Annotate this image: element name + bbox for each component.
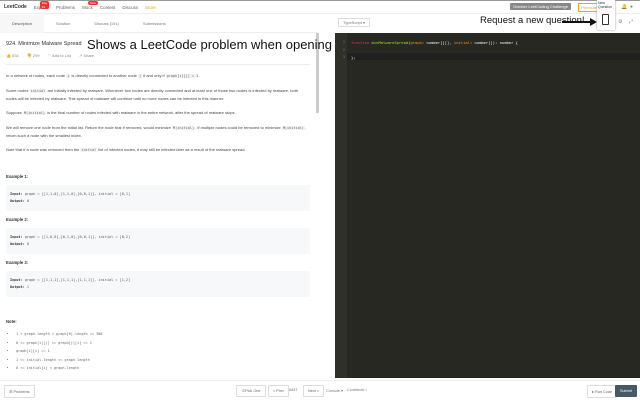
challenge-banner[interactable]: October LeetCoding Challenge	[510, 3, 571, 10]
example-box: Input: graph = [[1,1,0],[1,1,0],[0,0,1]]…	[6, 185, 310, 211]
bell-icon[interactable]: 🔔	[621, 4, 627, 10]
code-content[interactable]: function minMalwareSpread(graph: number[…	[351, 39, 518, 62]
nav-contest[interactable]: Contest	[100, 5, 116, 10]
run-code-button[interactable]: ▸ Run Code	[587, 385, 618, 398]
avatar[interactable]: ●	[630, 4, 633, 10]
paragraph: We will remove one node from the initial…	[6, 125, 307, 138]
problem-description: 924. Minimize Malware Spread 👍 534 👎 299…	[0, 33, 316, 378]
add-to-list-label: Add to List	[52, 53, 71, 58]
tab-discuss[interactable]: Discuss (191)	[82, 15, 130, 33]
problem-stats: 👍 534 👎 299 ♡ Add to List ↗ Share	[6, 53, 310, 65]
fullscreen-icon[interactable]: ⤢	[629, 19, 633, 25]
note-label: Note:	[6, 319, 17, 324]
paragraph: Suppose M(initial) is the final number o…	[6, 110, 236, 115]
nav-badge: New	[88, 0, 99, 5]
settings-icon[interactable]: ⚙	[618, 19, 622, 25]
share-button[interactable]: ↗ Share	[79, 53, 94, 58]
example-box: Input: graph = [[1,0,0],[0,1,0],[0,0,1]]…	[6, 228, 310, 254]
like-count: 534	[12, 53, 19, 58]
example-label: Example 1:	[6, 174, 29, 179]
language-label: TypeScript	[343, 20, 362, 25]
problem-index[interactable]: #437	[289, 388, 297, 392]
tab-solution[interactable]: Solution	[44, 15, 82, 33]
nav-badge: Day 31	[39, 0, 50, 9]
problems-button[interactable]: ☰ Problems	[4, 385, 35, 398]
paragraph: Note that if a node was removed from the…	[6, 147, 246, 152]
nav-mock[interactable]: Mock New	[82, 0, 99, 10]
list-item: graph[i][i] == 1	[16, 347, 310, 356]
submit-button[interactable]: Submit	[615, 385, 637, 397]
nav-label: Mock	[82, 4, 93, 10]
phone-icon	[602, 14, 609, 25]
example-label: Example 2:	[6, 217, 29, 222]
code-editor[interactable]	[335, 33, 640, 378]
list-item: 0 <= initial[i] < graph.length	[16, 364, 310, 373]
language-select[interactable]: TypeScript ▾	[338, 18, 371, 27]
example-box: Input: graph = [[1,1,1],[1,1,1],[1,1,1]]…	[6, 271, 310, 297]
arrow-icon	[562, 21, 592, 23]
share-label: Share	[83, 53, 95, 58]
nav-discuss[interactable]: Discuss	[122, 5, 138, 10]
paragraph: In a network of nodes, each node i is di…	[6, 73, 201, 78]
console-toggle[interactable]: Console ▾	[326, 388, 343, 393]
next-button[interactable]: Next >	[303, 385, 325, 397]
leetcode-logo[interactable]: LeetCode	[4, 4, 27, 10]
new-question-button[interactable]: New Question	[597, 0, 615, 30]
tab-description[interactable]: Description	[0, 14, 45, 33]
list-item: 1 < graph.length = graph[0].length <= 30…	[16, 330, 310, 339]
line-numbers: 123	[335, 33, 347, 378]
constraints-list: 1 < graph.length = graph[0].length <= 30…	[6, 330, 310, 373]
add-to-list-button[interactable]: ♡ Add to List	[48, 53, 71, 58]
list-item: 0 <= graph[i][j] == graph[j][i] <= 1	[16, 339, 310, 348]
example-label: Example 3:	[6, 260, 29, 265]
paragraph: Some nodes initial are initially infecte…	[6, 88, 299, 101]
new-question-label: New Question	[598, 1, 613, 9]
contribute-link[interactable]: Contribute i	[347, 388, 366, 392]
prev-button[interactable]: < Prev	[268, 385, 290, 397]
pick-one-button[interactable]: ⤨ Pick One	[236, 385, 266, 397]
bottom-bar: ☰ Problems ⤨ Pick One < Prev #437 Next >…	[0, 380, 640, 400]
like-button[interactable]: 👍 534	[6, 53, 19, 58]
dislike-count: 299	[32, 53, 40, 58]
list-item: 1 <= initial.length <= graph.length	[16, 356, 310, 365]
tab-submissions[interactable]: Submissions	[131, 15, 178, 33]
problem-tabs: Description Solution Discuss (191) Submi…	[0, 14, 318, 33]
nav-problems[interactable]: Problems	[56, 5, 75, 10]
nav-store[interactable]: Store	[145, 5, 156, 10]
arrowhead-icon	[590, 18, 597, 26]
dislike-button[interactable]: 👎 299	[27, 53, 40, 58]
nav-explore[interactable]: ExploreDay 31	[34, 0, 50, 10]
